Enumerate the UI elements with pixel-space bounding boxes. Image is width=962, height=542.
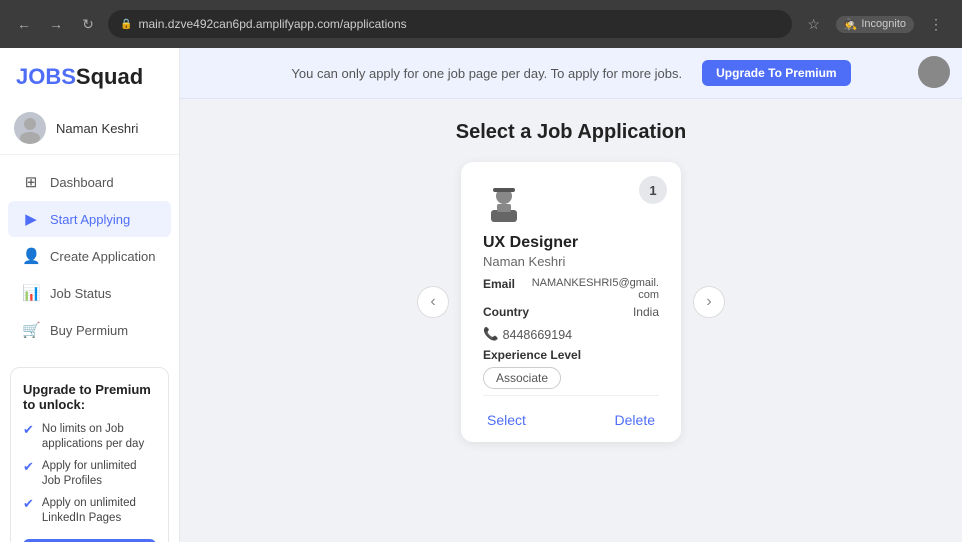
lock-icon: 🔒 [120,19,132,30]
check-icon-3: ✔ [23,496,34,513]
create-application-icon: 👤 [22,247,40,265]
card-user-name: Naman Keshri [483,254,659,269]
sidebar-upgrade-button[interactable]: Upgrade To Premium [23,539,156,542]
experience-label: Experience Level [483,348,659,362]
check-icon-2: ✔ [23,459,34,476]
banner-text: You can only apply for one job page per … [291,66,682,81]
sidebar-item-create-application[interactable]: 👤 Create Application [8,238,171,274]
experience-badge: Associate [483,367,561,389]
carousel-prev-button[interactable]: ‹ [417,286,449,318]
card-email-field: Email NAMANKESHRI5@gmail.com [483,277,659,301]
sidebar-user-name: Naman Keshri [56,121,138,136]
sidebar-item-label: Buy Permium [50,323,128,338]
incognito-badge: 🕵 Incognito [836,16,914,33]
job-status-icon: 📊 [22,284,40,302]
sidebar-user: Naman Keshri [0,102,179,155]
email-label: Email [483,277,515,301]
url-text: main.dzve492can6pd.amplifyapp.com/applic… [138,17,406,31]
sidebar-item-buy-permium[interactable]: 🛒 Buy Permium [8,312,171,348]
buy-permium-icon: 🛒 [22,321,40,339]
start-applying-icon: ▶ [22,210,40,228]
person-icon [483,182,659,224]
upgrade-feature-2: ✔ Apply for unlimited Job Profiles [23,459,156,489]
menu-button[interactable]: ⋮ [922,10,950,38]
forward-button[interactable]: → [44,12,68,36]
browser-actions: ☆ 🕵 Incognito ⋮ [800,10,950,38]
card-carousel: ‹ 1 UX Designer Naman Keshri Email [180,162,962,466]
top-banner: You can only apply for one job page per … [180,48,962,99]
top-right-avatar[interactable] [918,56,950,88]
select-button[interactable]: Select [483,410,530,430]
sidebar-item-label: Create Application [50,249,156,264]
upgrade-box-title: Upgrade to Premium to unlock: [23,382,156,412]
sidebar-item-start-applying[interactable]: ▶ Start Applying [8,201,171,237]
incognito-icon: 🕵 [844,18,858,31]
upgrade-feature-3: ✔ Apply on unlimited LinkedIn Pages [23,496,156,526]
url-bar[interactable]: 🔒 main.dzve492can6pd.amplifyapp.com/appl… [108,10,792,38]
browser-chrome: ← → ↻ 🔒 main.dzve492can6pd.amplifyapp.co… [0,0,962,48]
sidebar-logo: JOBSSquad [0,48,179,102]
card-country-field: Country India [483,305,659,319]
logo-prefix: JOBS [16,64,76,89]
phone-number: 8448669194 [503,328,573,342]
sidebar-item-label: Dashboard [50,175,114,190]
upgrade-feature-label-3: Apply on unlimited LinkedIn Pages [42,496,156,526]
job-card: 1 UX Designer Naman Keshri Email NAMANKE… [461,162,681,442]
delete-button[interactable]: Delete [611,410,659,430]
upgrade-feature-label-1: No limits on Job applications per day [42,422,156,452]
sidebar-nav: ⊞ Dashboard ▶ Start Applying 👤 Create Ap… [0,155,179,357]
sidebar-item-label: Start Applying [50,212,130,227]
card-badge: 1 [639,176,667,204]
logo-suffix: Squad [76,64,143,89]
upgrade-to-premium-button[interactable]: Upgrade To Premium [702,60,850,86]
incognito-label: Incognito [861,18,906,30]
country-label: Country [483,305,529,319]
page-title: Select a Job Application [180,99,962,162]
sidebar-item-job-status[interactable]: 📊 Job Status [8,275,171,311]
back-button[interactable]: ← [12,12,36,36]
sidebar: JOBSSquad Naman Keshri ⊞ Dashboard ▶ Sta… [0,48,180,542]
upgrade-feature-1: ✔ No limits on Job applications per day [23,422,156,452]
carousel-next-button[interactable]: › [693,286,725,318]
card-phone: 📞 8448669194 [483,327,659,342]
sidebar-item-dashboard[interactable]: ⊞ Dashboard [8,164,171,200]
star-button[interactable]: ☆ [800,10,828,38]
card-actions: Select Delete [483,395,659,442]
upgrade-feature-label-2: Apply for unlimited Job Profiles [42,459,156,489]
sidebar-item-label: Job Status [50,286,111,301]
reload-button[interactable]: ↻ [76,12,100,36]
check-icon-1: ✔ [23,422,34,439]
country-value: India [633,305,659,319]
upgrade-box: Upgrade to Premium to unlock: ✔ No limit… [10,367,169,542]
card-job-title: UX Designer [483,234,659,252]
dashboard-icon: ⊞ [22,173,40,191]
app-wrapper: JOBSSquad Naman Keshri ⊞ Dashboard ▶ Sta… [0,48,962,542]
email-value: NAMANKESHRI5@gmail.com [529,277,659,301]
main-content: You can only apply for one job page per … [180,48,962,542]
avatar [14,112,46,144]
phone-icon: 📞 [483,327,499,342]
